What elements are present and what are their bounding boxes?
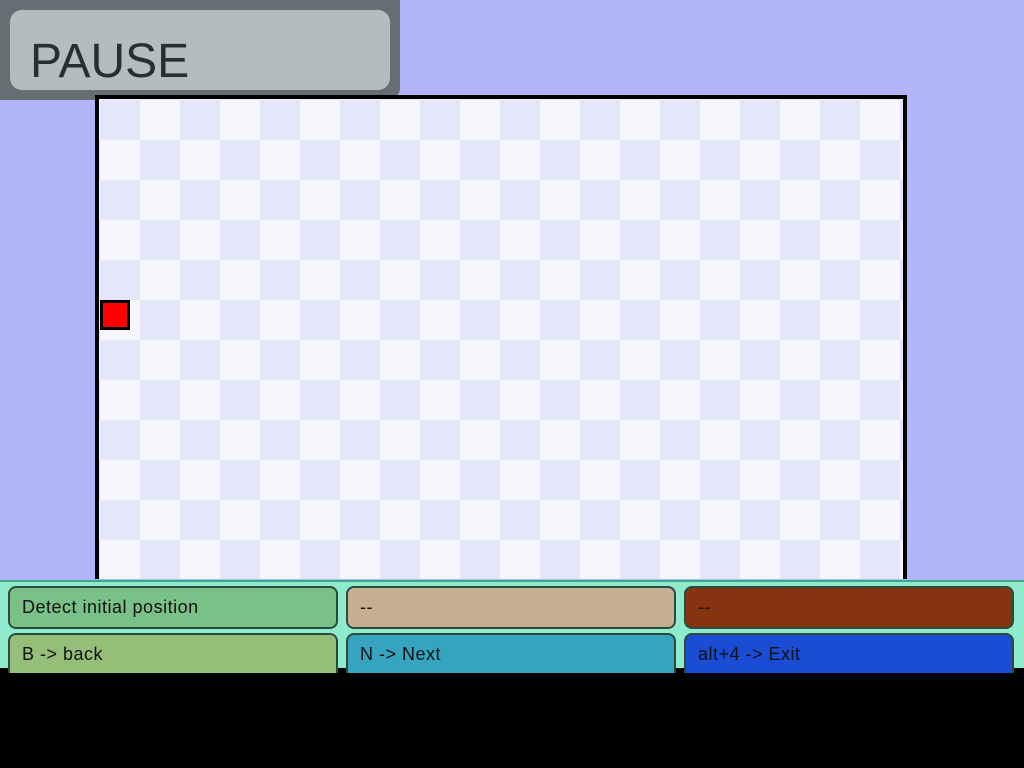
empty-action-button-2[interactable]: -- — [684, 586, 1014, 629]
detect-initial-position-button[interactable]: Detect initial position — [8, 586, 338, 629]
pause-panel: PAUSE — [0, 0, 400, 100]
exit-button[interactable]: alt+4 -> Exit — [684, 633, 1014, 673]
game-window: PAUSE Detect initial position -- -- B ->… — [0, 0, 1024, 673]
empty-action-button-1[interactable]: -- — [346, 586, 676, 629]
player-block[interactable] — [100, 300, 130, 330]
pause-title: PAUSE — [30, 35, 190, 88]
next-button[interactable]: N -> Next — [346, 633, 676, 673]
pause-inner-panel: PAUSE — [10, 10, 390, 90]
back-button[interactable]: B -> back — [8, 633, 338, 673]
game-board[interactable] — [95, 95, 907, 579]
control-panel: Detect initial position -- -- B -> back … — [0, 580, 1024, 673]
